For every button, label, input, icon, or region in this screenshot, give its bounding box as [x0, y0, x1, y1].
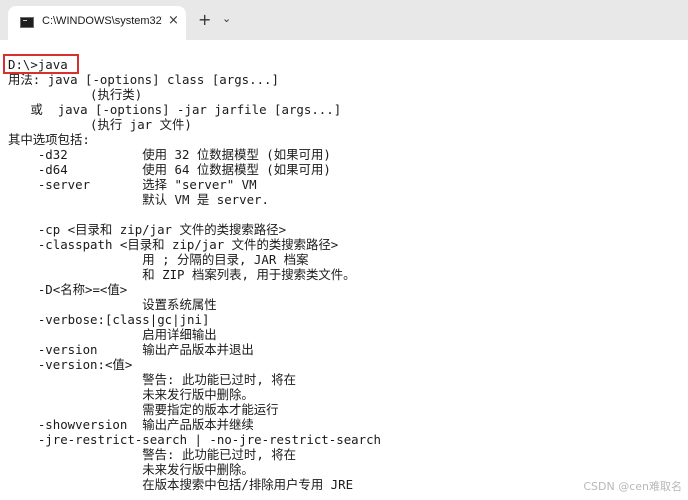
console-line: 其中选项包括: — [8, 132, 90, 147]
console-line: -version:<值> — [8, 357, 133, 372]
console-line: 和 ZIP 档案列表, 用于搜索类文件。 — [8, 267, 356, 282]
console-line: 警告: 此功能已过时, 将在 — [8, 447, 297, 462]
console-line: -jre-restrict-search | -no-jre-restrict-… — [8, 432, 381, 447]
command-highlight-box — [3, 54, 79, 74]
tab-title: C:\WINDOWS\system32\cmd. — [42, 15, 162, 27]
console-line: -verbose:[class|gc|jni] — [8, 312, 210, 327]
console-line: -d64 使用 64 位数据模型 (如果可用) — [8, 162, 331, 177]
console-line: (执行 jar 文件) — [8, 117, 192, 132]
console-line: -version 输出产品版本并退出 — [8, 342, 254, 357]
console-line: 或 java [-options] -jar jarfile [args...] — [8, 102, 342, 117]
console-line: 设置系统属性 — [8, 297, 217, 312]
console-line: 用 ; 分隔的目录, JAR 档案 — [8, 252, 309, 267]
console-line: -showversion 输出产品版本并继续 — [8, 417, 254, 432]
console-line: -classpath <目录和 zip/jar 文件的类搜索路径> — [8, 237, 339, 252]
new-tab-button[interactable]: + — [198, 10, 211, 29]
console-line: 警告: 此功能已过时, 将在 — [8, 372, 297, 387]
tab-bar: C:\WINDOWS\system32\cmd. × + ⌄ — [0, 0, 688, 40]
console-line: 用法: java [-options] class [args...] — [8, 72, 279, 87]
console-line: 未来发行版中删除。 — [8, 462, 254, 477]
watermark: CSDN @cen难取名 — [583, 480, 682, 493]
close-icon[interactable]: × — [168, 13, 179, 28]
console-line: 在版本搜索中包括/排除用户专用 JRE — [8, 477, 354, 492]
console-line: (执行类) — [8, 87, 143, 102]
chevron-down-icon[interactable]: ⌄ — [222, 12, 231, 25]
tab-cmd[interactable]: C:\WINDOWS\system32\cmd. × — [8, 6, 186, 40]
console-line: 启用详细输出 — [8, 327, 217, 342]
console-line: -d32 使用 32 位数据模型 (如果可用) — [8, 147, 331, 162]
console-line: 未来发行版中删除。 — [8, 387, 254, 402]
console-line: -D<名称>=<值> — [8, 282, 128, 297]
console-line: -cp <目录和 zip/jar 文件的类搜索路径> — [8, 222, 287, 237]
console-line: 默认 VM 是 server. — [8, 192, 269, 207]
console-line: 需要指定的版本才能运行 — [8, 402, 279, 417]
console-line: -server 选择 "server" VM — [8, 177, 257, 192]
terminal-icon — [20, 17, 34, 28]
